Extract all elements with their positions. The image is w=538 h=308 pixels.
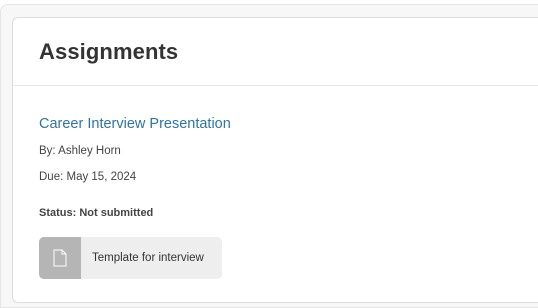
assignment-title-link[interactable]: Career Interview Presentation — [39, 116, 231, 132]
assignment-status: Status: Not submitted — [39, 207, 154, 219]
assignments-card: Assignments Career Interview Presentatio… — [12, 17, 538, 303]
card-header: Assignments — [13, 18, 538, 86]
document-icon — [39, 237, 81, 279]
assignment-author: By: Ashley Horn — [39, 145, 121, 157]
assignments-panel: Assignments Career Interview Presentatio… — [0, 4, 538, 308]
attachment-label: Template for interview — [92, 252, 204, 264]
attachment-button[interactable]: Template for interview — [39, 237, 222, 279]
assignment-due-date: Due: May 15, 2024 — [39, 171, 137, 183]
card-title: Assignments — [39, 39, 179, 64]
